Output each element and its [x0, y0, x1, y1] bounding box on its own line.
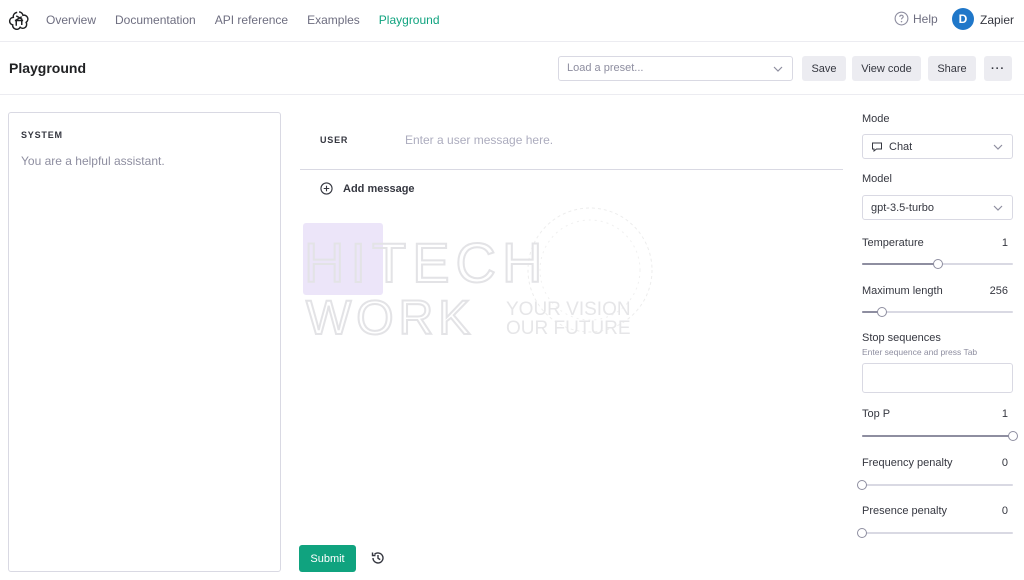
- model-select[interactable]: gpt-3.5-turbo: [862, 195, 1013, 220]
- slider-track: [862, 484, 1013, 486]
- system-label: SYSTEM: [21, 130, 63, 140]
- chevron-down-icon: [773, 66, 783, 72]
- watermark-tagline1: YOUR VISION: [506, 299, 631, 320]
- frequency-penalty-slider[interactable]: [857, 479, 1013, 491]
- slider-track: [862, 532, 1013, 534]
- temperature-label: Temperature: [862, 237, 924, 249]
- mode-select[interactable]: Chat: [862, 134, 1013, 159]
- avatar[interactable]: D: [952, 8, 974, 30]
- mode-label: Mode: [862, 113, 890, 125]
- max-length-value[interactable]: 256: [990, 285, 1008, 297]
- add-message-button[interactable]: Add message: [320, 182, 415, 195]
- chat-bubble-icon: [872, 142, 882, 152]
- slider-thumb[interactable]: [876, 307, 887, 317]
- slider-fill: [862, 263, 938, 265]
- slider-thumb[interactable]: [857, 528, 867, 538]
- stop-sequences-input[interactable]: [862, 363, 1013, 393]
- openai-logo-icon[interactable]: [8, 9, 30, 31]
- presence-penalty-slider[interactable]: [857, 527, 1013, 539]
- mode-value: Chat: [889, 140, 913, 153]
- temperature-slider[interactable]: [862, 258, 1013, 270]
- user-message-row: USER Enter a user message here.: [300, 112, 843, 170]
- max-length-label: Maximum length: [862, 285, 943, 297]
- plus-circle-icon: [320, 182, 333, 195]
- chevron-down-icon: [993, 205, 1003, 211]
- nav-playground[interactable]: Playground: [379, 13, 440, 27]
- chevron-down-icon: [993, 144, 1003, 150]
- stop-sequences-hint: Enter sequence and press Tab: [862, 347, 978, 357]
- nav-links: Overview Documentation API reference Exa…: [46, 0, 459, 40]
- system-panel[interactable]: SYSTEM You are a helpful assistant.: [8, 112, 281, 572]
- share-button[interactable]: Share: [928, 56, 976, 81]
- stop-sequences-label: Stop sequences: [862, 332, 941, 344]
- view-code-button[interactable]: View code: [852, 56, 921, 81]
- watermark-line2: WORK: [306, 292, 475, 345]
- history-icon[interactable]: [370, 550, 386, 566]
- save-button[interactable]: Save: [802, 56, 846, 81]
- watermark-line1: HITECH: [304, 231, 548, 294]
- add-message-label: Add message: [343, 182, 415, 195]
- model-value: gpt-3.5-turbo: [871, 201, 934, 214]
- model-label: Model: [862, 173, 892, 185]
- top-p-slider[interactable]: [862, 430, 1018, 442]
- nav-documentation[interactable]: Documentation: [115, 13, 196, 27]
- question-circle-icon: [894, 11, 909, 26]
- preset-placeholder: Load a preset...: [567, 62, 644, 74]
- watermark-logo: HITECH WORK YOUR VISION OUR FUTURE: [303, 207, 653, 346]
- account-name[interactable]: Zapier: [980, 13, 1014, 27]
- page-title: Playground: [9, 60, 87, 76]
- more-options-button[interactable]: ···: [984, 56, 1012, 81]
- frequency-penalty-label: Frequency penalty: [862, 457, 953, 469]
- slider-fill: [862, 435, 1013, 437]
- slider-thumb[interactable]: [857, 480, 867, 490]
- slider-thumb[interactable]: [932, 259, 943, 269]
- user-role-label[interactable]: USER: [320, 135, 348, 145]
- max-length-slider[interactable]: [862, 306, 1013, 318]
- frequency-penalty-value[interactable]: 0: [1002, 457, 1008, 469]
- user-message-input[interactable]: Enter a user message here.: [405, 133, 553, 147]
- temperature-value[interactable]: 1: [1002, 237, 1008, 249]
- presence-penalty-value[interactable]: 0: [1002, 505, 1008, 517]
- nav-examples[interactable]: Examples: [307, 13, 360, 27]
- nav-api-reference[interactable]: API reference: [215, 13, 288, 27]
- top-p-value[interactable]: 1: [1002, 408, 1008, 420]
- presence-penalty-label: Presence penalty: [862, 505, 947, 517]
- submit-button[interactable]: Submit: [299, 545, 356, 572]
- page-header: Playground Load a preset... Save View co…: [0, 43, 1024, 95]
- preset-select[interactable]: Load a preset...: [558, 56, 793, 81]
- top-navigation: Overview Documentation API reference Exa…: [0, 0, 1024, 42]
- help-link[interactable]: Help: [894, 11, 938, 26]
- system-message-text[interactable]: You are a helpful assistant.: [21, 154, 165, 168]
- watermark-tagline2: OUR FUTURE: [506, 318, 631, 339]
- top-p-label: Top P: [862, 408, 891, 420]
- nav-overview[interactable]: Overview: [46, 13, 96, 27]
- slider-thumb[interactable]: [1008, 431, 1018, 441]
- help-label: Help: [913, 11, 938, 26]
